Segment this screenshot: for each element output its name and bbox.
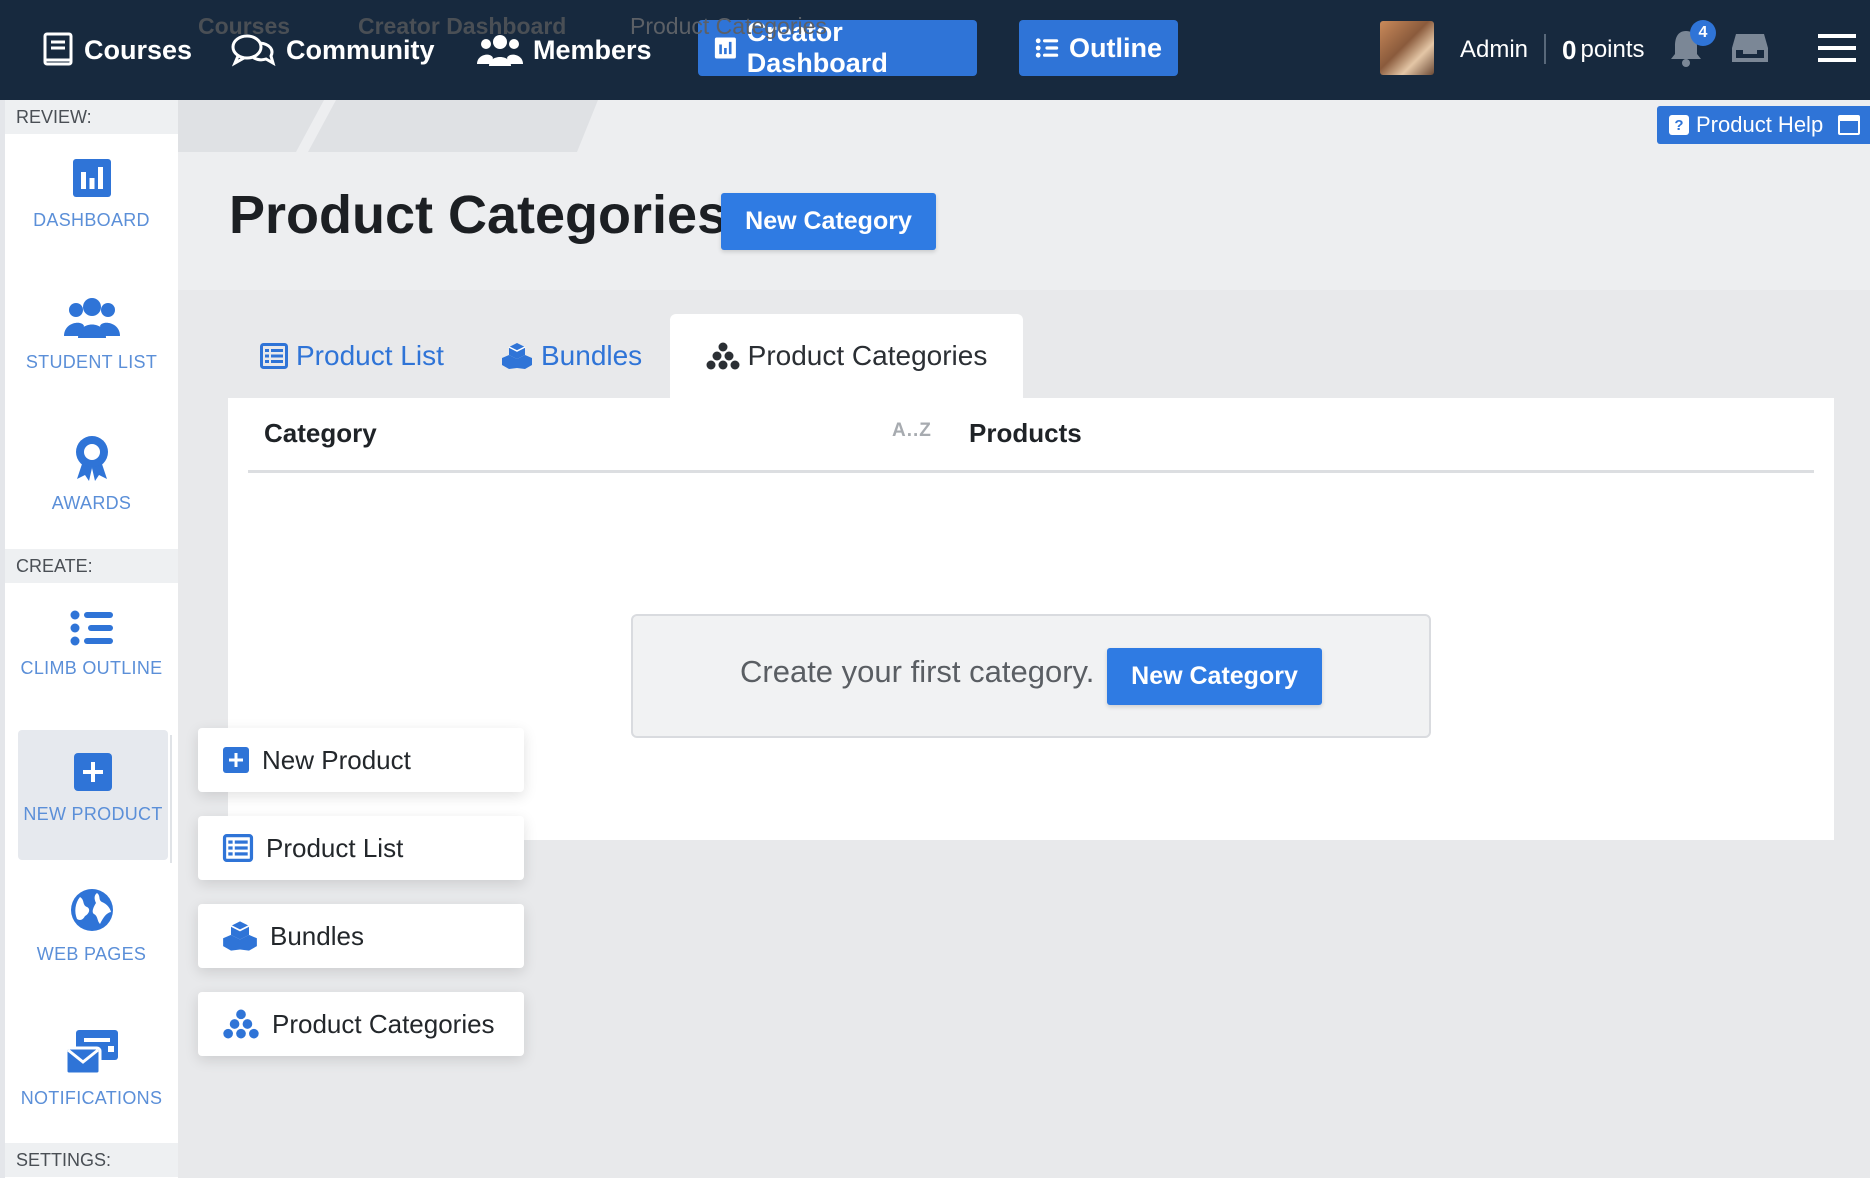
sidebar-item-label: CLIMB OUTLINE (20, 658, 163, 678)
sidebar-item-label: NEW PRODUCT (23, 804, 163, 824)
tab-product-list[interactable]: Product List (260, 314, 444, 398)
book-icon (43, 32, 73, 66)
inbox-icon (1732, 34, 1768, 62)
product-help-button[interactable]: ? Product Help (1657, 106, 1870, 144)
sidebar-item-dashboard[interactable]: DASHBOARD (5, 158, 178, 231)
messages-icon (64, 1030, 118, 1076)
submenu-label: Product Categories (272, 1008, 495, 1039)
hamburger-icon (1818, 34, 1856, 62)
sidebar-item-label: WEB PAGES (36, 944, 147, 964)
submenu-label: Bundles (270, 920, 364, 951)
notification-count-badge: 4 (1690, 20, 1716, 46)
outline-button[interactable]: Outline (1019, 20, 1178, 76)
breadcrumb-current: Product Categories (630, 12, 827, 39)
globe-icon (70, 889, 113, 931)
main-menu-button[interactable] (1818, 32, 1856, 69)
categories-dots-icon (706, 342, 740, 370)
inbox-button[interactable] (1730, 30, 1770, 71)
user-name[interactable]: Admin (1460, 0, 1528, 100)
outline-label: Outline (1069, 32, 1162, 63)
sidebar-scrollbar[interactable] (170, 735, 178, 863)
nav-courses-label: Courses (84, 34, 193, 65)
submenu-label: New Product (262, 744, 411, 775)
sidebar-item-web-pages[interactable]: WEB PAGES (5, 888, 178, 965)
list-table-icon (222, 834, 254, 862)
sidebar-section-settings: SETTINGS: (5, 1143, 178, 1177)
question-icon: ? (1669, 115, 1689, 135)
list-icon (70, 610, 113, 646)
sort-az-indicator[interactable]: A..Z (892, 420, 932, 442)
nav-courses[interactable]: Courses (42, 0, 192, 100)
avatar[interactable] (1380, 21, 1434, 75)
tab-label: Product Categories (747, 340, 988, 371)
sidebar-section-review: REVIEW: (5, 100, 178, 134)
window-icon (1838, 115, 1860, 135)
table-header-divider (248, 470, 1814, 473)
sidebar-item-label: STUDENT LIST (25, 352, 158, 372)
sidebar-item-notifications[interactable]: NOTIFICATIONS (5, 1028, 178, 1109)
submenu-bundles[interactable]: Bundles (198, 904, 524, 968)
sidebar-item-label: DASHBOARD (33, 210, 150, 230)
points-value: 0 (1562, 34, 1577, 65)
points-label: points (1580, 36, 1645, 63)
submenu-product-list[interactable]: Product List (198, 816, 524, 880)
sidebar-item-new-product[interactable]: NEW PRODUCT (18, 730, 168, 860)
cubes-icon (502, 343, 532, 369)
tab-product-categories[interactable]: Product Categories (670, 314, 1023, 398)
column-header-category[interactable]: Category (264, 418, 377, 449)
award-ribbon-icon (75, 436, 108, 481)
categories-dots-icon (223, 1009, 259, 1039)
new-category-button[interactable]: New Category (721, 193, 936, 250)
submenu-label: Product List (266, 832, 404, 863)
product-help-label: Product Help (1696, 112, 1824, 137)
sidebar-section-create: CREATE: (5, 549, 178, 583)
breadcrumb-creator-dashboard[interactable]: Creator Dashboard (358, 0, 566, 52)
cubes-icon (223, 921, 257, 951)
tab-label: Product List (296, 340, 444, 371)
points-display[interactable]: 0 points (1562, 0, 1645, 100)
tab-label: Bundles (541, 340, 643, 371)
submenu-product-categories[interactable]: Product Categories (198, 992, 524, 1056)
users-icon (63, 298, 120, 338)
breadcrumb-courses[interactable]: Courses (198, 0, 290, 52)
sidebar-item-climb-outline[interactable]: CLIMB OUTLINE (5, 610, 178, 679)
submenu-new-product[interactable]: New Product (198, 728, 524, 792)
column-header-products[interactable]: Products (969, 418, 1082, 449)
tab-bundles[interactable]: Bundles (501, 314, 642, 398)
plus-square-icon (223, 747, 249, 773)
sidebar-item-student-list[interactable]: STUDENT LIST (5, 296, 178, 373)
empty-state-message: Create your first category. (740, 654, 1095, 689)
sidebar-item-label: NOTIFICATIONS (20, 1088, 163, 1108)
page-title: Product Categories (229, 185, 728, 245)
empty-new-category-button[interactable]: New Category (1107, 648, 1322, 705)
plus-square-icon (74, 753, 112, 791)
bar-chart-icon (72, 159, 111, 197)
list-table-icon (260, 343, 288, 369)
list-icon (1035, 38, 1059, 58)
breadcrumb-background (178, 100, 598, 152)
sidebar-item-label: AWARDS (51, 493, 132, 513)
nav-divider (1544, 34, 1546, 64)
sidebar-item-awards[interactable]: AWARDS (5, 435, 178, 514)
